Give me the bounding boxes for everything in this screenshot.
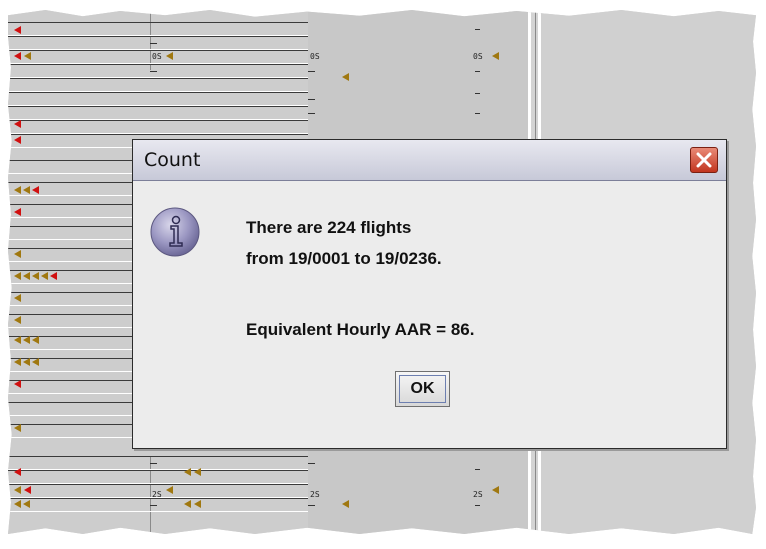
tick-mark [308, 99, 315, 100]
timeline-row[interactable] [8, 92, 308, 106]
tick-label: 2S [473, 490, 483, 499]
tick-mark [308, 505, 315, 506]
tick-label: 2S [310, 490, 320, 499]
flight-arrow-icon[interactable] [50, 272, 57, 280]
dash-mark [475, 29, 480, 30]
close-icon [696, 152, 712, 168]
flight-arrow-icon[interactable] [194, 500, 201, 508]
tick-label: 2S [152, 490, 162, 499]
flight-arrow-icon[interactable] [23, 358, 30, 366]
flight-arrow-icon[interactable] [14, 186, 21, 194]
timeline-row[interactable] [8, 22, 308, 36]
flight-arrow-icon[interactable] [23, 272, 30, 280]
flight-arrow-icon[interactable] [166, 52, 173, 60]
timeline-row[interactable] [8, 120, 308, 134]
flight-arrow-icon[interactable] [14, 208, 21, 216]
timeline-row[interactable] [8, 160, 133, 174]
tick-mark [308, 71, 315, 72]
timeline-row[interactable] [8, 292, 133, 306]
flight-arrow-icon[interactable] [32, 336, 39, 344]
dialog-title-bar[interactable]: Count [133, 140, 726, 181]
flight-arrow-icon[interactable] [14, 500, 21, 508]
tick-label: 0S [473, 52, 483, 61]
flight-arrow-icon[interactable] [14, 294, 21, 302]
ok-button[interactable]: OK [395, 371, 450, 407]
flight-arrow-icon[interactable] [194, 468, 201, 476]
flight-arrow-icon[interactable] [14, 468, 21, 476]
flight-arrow-icon[interactable] [342, 73, 349, 81]
flight-arrow-icon[interactable] [184, 500, 191, 508]
info-icon [150, 207, 200, 257]
flight-arrow-icon[interactable] [14, 250, 21, 258]
dash-mark [475, 93, 480, 94]
dash-mark [475, 505, 480, 506]
timeline-row[interactable] [8, 248, 133, 262]
flight-arrow-icon[interactable] [14, 136, 21, 144]
flight-arrow-icon[interactable] [14, 316, 21, 324]
timeline-row[interactable] [8, 424, 133, 438]
flight-arrow-icon[interactable] [14, 424, 21, 432]
flight-arrow-icon[interactable] [14, 26, 21, 34]
flight-arrow-icon[interactable] [14, 380, 21, 388]
tick-label: 0S [310, 52, 320, 61]
flight-arrow-icon[interactable] [492, 486, 499, 494]
timeline-row[interactable] [8, 64, 308, 78]
flight-arrow-icon[interactable] [14, 336, 21, 344]
flight-arrow-icon[interactable] [24, 486, 31, 494]
flight-arrow-icon[interactable] [32, 186, 39, 194]
message-line: Equivalent Hourly AAR = 86. [246, 320, 475, 339]
tick-mark [308, 463, 315, 464]
tick-mark [150, 463, 157, 464]
flight-arrow-icon[interactable] [23, 500, 30, 508]
timeline-row[interactable] [8, 456, 308, 470]
timeline-row[interactable] [8, 402, 133, 416]
flight-arrow-icon[interactable] [166, 486, 173, 494]
flight-arrow-icon[interactable] [23, 336, 30, 344]
timeline-row[interactable] [8, 498, 308, 512]
flight-arrow-icon[interactable] [492, 52, 499, 60]
dash-mark [475, 113, 480, 114]
timeline-row[interactable] [8, 470, 308, 484]
tick-mark [308, 113, 315, 114]
timeline-row[interactable] [8, 36, 308, 50]
message-line: There are 224 flights [246, 218, 412, 237]
timeline-row[interactable] [8, 204, 133, 218]
tick-mark [150, 505, 157, 506]
flight-arrow-icon[interactable] [184, 468, 191, 476]
flight-arrow-icon[interactable] [14, 272, 21, 280]
dash-mark [475, 71, 480, 72]
message-line: from 19/0001 to 19/0236. [246, 249, 442, 268]
timeline-row[interactable] [8, 380, 133, 394]
close-button[interactable] [690, 147, 718, 173]
flight-arrow-icon[interactable] [32, 272, 39, 280]
flight-arrow-icon[interactable] [14, 120, 21, 128]
dialog-title: Count [144, 149, 201, 171]
flight-arrow-icon[interactable] [14, 486, 21, 494]
flight-arrow-icon[interactable] [24, 52, 31, 60]
tick-mark [150, 43, 157, 44]
flight-arrow-icon[interactable] [32, 358, 39, 366]
timeline-row[interactable] [8, 314, 133, 328]
flight-arrow-icon[interactable] [14, 52, 21, 60]
flight-arrow-icon[interactable] [14, 358, 21, 366]
timeline-row[interactable] [8, 226, 133, 240]
timeline-row[interactable] [8, 78, 308, 92]
flight-arrow-icon[interactable] [41, 272, 48, 280]
flight-arrow-icon[interactable] [23, 186, 30, 194]
tick-label: 0S [152, 52, 162, 61]
flight-arrow-icon[interactable] [342, 500, 349, 508]
dash-mark [475, 469, 480, 470]
timeline-row[interactable] [8, 106, 308, 120]
tick-mark [150, 71, 157, 72]
count-dialog: Count There are 224 flights from 19/0001… [132, 139, 727, 449]
